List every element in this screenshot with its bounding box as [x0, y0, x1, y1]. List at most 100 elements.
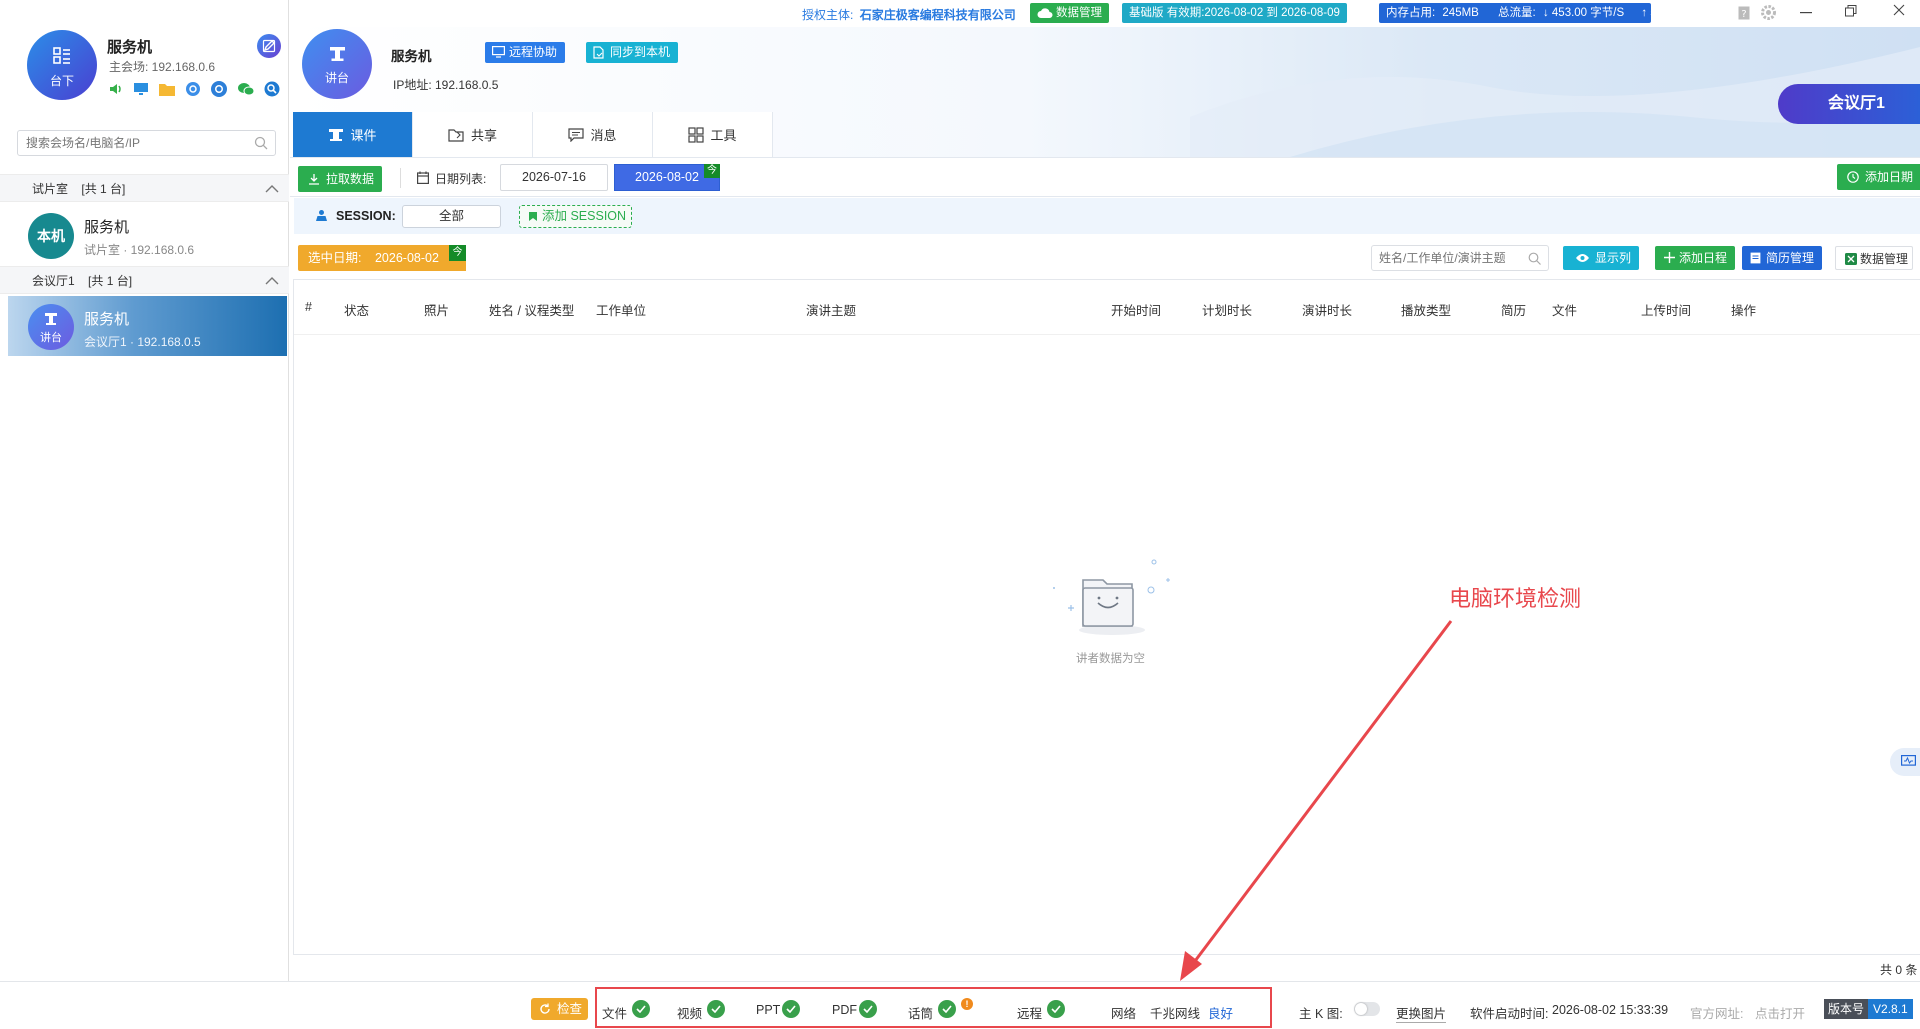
- date-list-label: 日期列表:: [435, 172, 487, 186]
- device-item[interactable]: 本机 服务机 试片室 · 192.168.0.6: [8, 206, 287, 266]
- close-icon[interactable]: [1893, 4, 1905, 16]
- show-columns-label: 显示列: [1595, 251, 1632, 265]
- file-sync-icon: [593, 46, 605, 59]
- edit-icon[interactable]: [257, 34, 281, 58]
- col-status: 状态: [344, 304, 370, 318]
- flow-label: 总流量:: [1498, 7, 1536, 19]
- site-open-link[interactable]: 点击打开: [1755, 1003, 1805, 1022]
- tab-share-label: 共享: [470, 128, 497, 143]
- add-session-button[interactable]: 添加 SESSION: [519, 205, 632, 228]
- screen-icon[interactable]: [133, 81, 149, 97]
- show-columns-button[interactable]: 显示列: [1563, 246, 1640, 270]
- group-header[interactable]: 会议厅1 [共 1 台]: [0, 266, 289, 294]
- tab-courseware[interactable]: 课件: [293, 112, 413, 157]
- col-plan-duration: 计划时长: [1202, 304, 1253, 318]
- tab-message-label: 消息: [590, 128, 617, 143]
- speaker-search-input[interactable]: [1372, 246, 1522, 270]
- venue-search[interactable]: [17, 130, 276, 156]
- selected-date-value: 2026-08-02: [374, 251, 439, 265]
- change-picture-button[interactable]: 更换图片: [1396, 1003, 1447, 1023]
- today-tag: 今: [704, 164, 720, 178]
- ok-check-icon: [859, 1000, 877, 1018]
- float-monitor-button[interactable]: [1890, 748, 1920, 776]
- restore-icon[interactable]: [1845, 5, 1857, 17]
- add-date-button[interactable]: 添加日期: [1837, 164, 1920, 190]
- sync-local-button[interactable]: 同步到本机: [586, 42, 679, 63]
- check-ppt: PPT: [756, 1003, 781, 1017]
- eye-icon: [1575, 253, 1590, 263]
- download-icon: [308, 173, 320, 185]
- selected-date-label: 选中日期:: [308, 251, 362, 265]
- tab-tools[interactable]: 工具: [653, 112, 773, 157]
- empty-box-icon: [1053, 559, 1170, 635]
- memory-label: 内存占用:: [1386, 7, 1436, 19]
- check-video: 视频: [677, 1007, 703, 1021]
- speaker-icon[interactable]: [108, 81, 124, 97]
- search-icon[interactable]: [254, 136, 268, 150]
- folder-icon[interactable]: [158, 81, 176, 97]
- document-icon: [1750, 252, 1761, 264]
- device-badge: 本机: [28, 213, 74, 259]
- podium-icon: [44, 312, 58, 326]
- device-item-selected[interactable]: 讲台 服务机 会议厅1 · 192.168.0.5: [8, 296, 287, 356]
- date-chip-selected[interactable]: 2026-08-02 今: [614, 164, 720, 191]
- add-schedule-button[interactable]: 添加日程: [1655, 246, 1736, 270]
- host-name: 服务机: [107, 39, 153, 56]
- resume-mgmt-button[interactable]: 简历管理: [1742, 246, 1823, 270]
- plus-icon: [1664, 252, 1675, 263]
- device-badge: 讲台: [28, 304, 74, 350]
- session-select[interactable]: 全部: [402, 205, 501, 228]
- start-time-value: 2026-08-02 15:33:39: [1552, 1003, 1669, 1017]
- license-chip: 基础版 有效期:2026-08-02 到 2026-08-09: [1122, 3, 1347, 23]
- flow-down: ↓ 453.00 字节/S: [1542, 7, 1625, 19]
- venue-search-input[interactable]: [18, 131, 238, 155]
- main-k-toggle[interactable]: [1354, 1002, 1380, 1016]
- sync-local-label: 同步到本机: [610, 45, 671, 59]
- tab-bar: 课件 共享 消息 工具: [293, 112, 773, 157]
- selected-date-tag: 选中日期: 2026-08-02 今: [298, 245, 466, 271]
- device-avatar: 讲台: [302, 29, 372, 99]
- col-resume: 简历: [1501, 304, 1527, 318]
- group-count: [共 1 台]: [81, 182, 126, 196]
- ok-check-icon: [782, 1000, 800, 1018]
- group-header[interactable]: 试片室 [共 1 台]: [0, 174, 289, 202]
- auth-label: 授权主体:: [802, 8, 854, 22]
- host-avatar[interactable]: 台下: [27, 30, 97, 100]
- resume-mgmt-label: 简历管理: [1766, 251, 1815, 265]
- grid-icon: [53, 47, 71, 65]
- sync-icon[interactable]: [185, 81, 201, 97]
- chevron-up-icon[interactable]: [265, 184, 279, 193]
- search-tool-icon[interactable]: [264, 81, 280, 97]
- check-button[interactable]: 检查: [531, 998, 588, 1020]
- host-avatar-label: 台下: [49, 74, 74, 88]
- browser-icon[interactable]: [210, 80, 228, 98]
- pull-data-button[interactable]: 拉取数据: [298, 166, 383, 192]
- col-speech-duration: 演讲时长: [1302, 304, 1353, 318]
- speaker-search[interactable]: [1371, 245, 1549, 271]
- col-start: 开始时间: [1111, 304, 1162, 318]
- search-icon[interactable]: [1528, 252, 1541, 265]
- add-schedule-label: 添加日程: [1679, 251, 1728, 265]
- device-badge-label: 讲台: [40, 332, 62, 344]
- data-mgmt-chip[interactable]: 数据管理: [1030, 3, 1109, 23]
- podium-icon: [328, 128, 344, 142]
- help-icon[interactable]: ?: [1738, 6, 1750, 20]
- minimize-icon[interactable]: [1800, 12, 1812, 14]
- settings-icon[interactable]: [1761, 5, 1776, 20]
- pull-data-label: 拉取数据: [326, 172, 375, 186]
- check-label: 检查: [557, 1002, 583, 1016]
- tab-message[interactable]: 消息: [533, 112, 653, 157]
- device-sub: 试片室 · 192.168.0.6: [84, 243, 195, 257]
- device-name: 服务机: [391, 49, 432, 64]
- remote-assist-button[interactable]: 远程协助: [485, 42, 566, 63]
- bookmark-icon: [528, 211, 538, 222]
- col-action: 操作: [1731, 304, 1757, 318]
- wechat-icon[interactable]: [237, 81, 255, 97]
- session-icon: [315, 209, 328, 222]
- tab-share[interactable]: 共享: [413, 112, 533, 157]
- net-label: 网络: [1111, 1007, 1137, 1021]
- today-tag: 今: [449, 245, 466, 261]
- data-mgmt-button[interactable]: 数据管理: [1835, 246, 1914, 270]
- date-chip[interactable]: 2026-07-16: [500, 164, 608, 191]
- chevron-up-icon[interactable]: [265, 276, 279, 285]
